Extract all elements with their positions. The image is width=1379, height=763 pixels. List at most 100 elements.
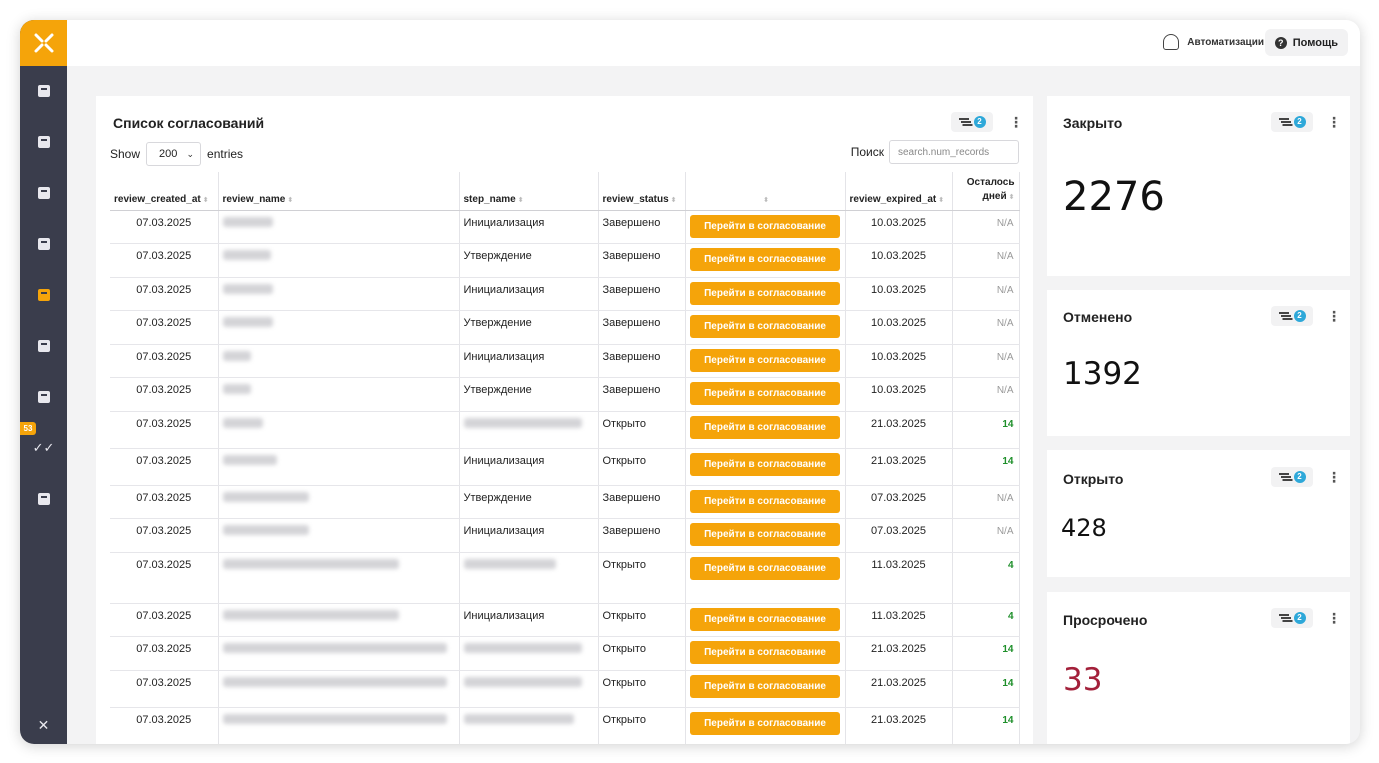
open-review-button[interactable]: Перейти в согласование <box>690 452 840 476</box>
stat-title: Отменено <box>1063 309 1133 325</box>
more-menu-icon[interactable]: ⋮ <box>1327 610 1341 626</box>
open-review-button[interactable]: Перейти в согласование <box>690 214 840 238</box>
sidebar-item-document[interactable] <box>20 178 67 208</box>
open-review-button[interactable]: Перейти в согласование <box>690 415 840 439</box>
cell-created: 07.03.2025 <box>110 210 219 244</box>
card-title: Список согласований <box>113 115 265 131</box>
open-review-button[interactable]: Перейти в согласование <box>690 711 840 735</box>
brand-logo[interactable] <box>20 20 67 66</box>
automations-label: Автоматизации <box>1187 36 1264 48</box>
cell-days-left: 14 <box>952 636 1020 671</box>
filter-button[interactable]: 2 <box>1271 467 1313 487</box>
column-header-expired[interactable]: review_expired_at ⬍ <box>845 172 953 211</box>
open-review-button[interactable]: Перейти в согласование <box>690 556 840 580</box>
days-left-value: 14 <box>1002 644 1014 655</box>
stat-value: 2276 <box>1063 174 1165 220</box>
open-review-button[interactable]: Перейти в согласование <box>690 489 840 513</box>
cell-name <box>218 603 460 637</box>
filter-button[interactable]: 2 <box>1271 112 1313 132</box>
open-review-button[interactable]: Перейти в согласование <box>690 281 840 305</box>
cell-days-left: N/A <box>952 243 1020 278</box>
cell-days-left: N/A <box>952 310 1020 345</box>
redacted-text <box>222 491 309 502</box>
cell-days-left: N/A <box>952 485 1020 519</box>
sidebar-item-report[interactable] <box>20 382 67 412</box>
cell-status: Открыто <box>598 707 686 744</box>
more-menu-icon[interactable]: ⋮ <box>1327 114 1341 130</box>
open-review-button[interactable]: Перейти в согласование <box>690 382 840 405</box>
open-review-button[interactable]: Перейти в согласование <box>690 607 840 631</box>
collapse-sidebar-icon[interactable]: ✕ <box>20 714 67 736</box>
table-row: 07.03.2025 Утверждение Завершено Перейти в … <box>110 243 1020 278</box>
stat-card-cancelled: Отменено 2 ⋮ 1392 <box>1047 290 1350 436</box>
stat-title: Закрыто <box>1063 115 1123 131</box>
entries-select[interactable]: 200 ⌄ <box>146 142 202 166</box>
sidebar-item-question[interactable] <box>20 331 67 361</box>
stat-card-open: Открыто 2 ⋮ 428 <box>1047 450 1350 577</box>
redacted-text <box>222 350 251 361</box>
cell-created: 07.03.2025 <box>110 243 219 278</box>
more-menu-icon[interactable]: ⋮ <box>1327 308 1341 324</box>
sort-icon: ⬍ <box>1008 193 1015 201</box>
more-menu-icon[interactable]: ⋮ <box>1327 469 1341 485</box>
sidebar-item-task[interactable] <box>20 229 67 259</box>
column-header-name[interactable]: review_name ⬍ <box>218 172 460 211</box>
sidebar-item-people[interactable] <box>20 76 67 106</box>
search-input[interactable]: search.num_records <box>889 140 1019 164</box>
filter-button[interactable]: 2 <box>1271 608 1313 628</box>
cell-step: Инициализация <box>459 448 599 486</box>
sidebar-item-expand[interactable] <box>20 484 67 514</box>
redacted-text <box>222 609 399 620</box>
cell-action: Перейти в согласование <box>685 485 846 519</box>
cell-created: 07.03.2025 <box>110 344 219 378</box>
redacted-text <box>222 454 277 465</box>
table-row: 07.03.2025 Инициализация Открыто Перейти в … <box>110 603 1020 637</box>
approvals-table: review_created_at ⬍ review_name ⬍ step_nam… <box>110 172 1020 744</box>
more-menu-icon[interactable]: ⋮ <box>1009 114 1023 130</box>
open-review-button[interactable]: Перейти в согласование <box>690 674 840 698</box>
entries-value: 200 <box>159 148 178 160</box>
column-header-created[interactable]: review_created_at ⬍ <box>110 172 219 211</box>
cell-name <box>218 636 460 671</box>
cell-days-left: N/A <box>952 277 1020 311</box>
table-row: 07.03.2025 Инициализация Завершено Перейти … <box>110 344 1020 378</box>
days-left-value: N/A <box>996 217 1014 229</box>
sidebar-item-chart[interactable] <box>20 280 67 310</box>
open-review-button[interactable]: Перейти в согласование <box>690 348 840 372</box>
cell-step <box>459 411 599 449</box>
cell-created: 07.03.2025 <box>110 636 219 671</box>
open-review-button[interactable]: Перейти в согласование <box>690 523 840 546</box>
sidebar-item-clipboard[interactable] <box>20 127 67 157</box>
automations-link[interactable]: Автоматизации <box>1163 34 1264 50</box>
days-left-value: N/A <box>996 351 1014 363</box>
help-button[interactable]: ? Помощь <box>1264 29 1348 56</box>
filter-button[interactable]: 2 <box>951 112 993 132</box>
column-header-action[interactable]: ⬍ <box>685 172 846 211</box>
days-left-value: 14 <box>1002 714 1014 726</box>
cell-days-left: 14 <box>952 707 1020 744</box>
open-review-button[interactable]: Перейти в согласование <box>690 248 840 271</box>
open-review-button[interactable]: Перейти в согласование <box>690 315 840 338</box>
open-review-button[interactable]: Перейти в согласование <box>690 641 840 664</box>
cell-status: Завершено <box>598 310 686 345</box>
cell-status: Завершено <box>598 485 686 519</box>
sidebar-item-approvals[interactable]: ✓✓ <box>20 433 67 463</box>
column-header-days-left[interactable]: Осталось дней ⬍ <box>952 172 1020 211</box>
cell-step: Утверждение <box>459 243 599 278</box>
cell-action: Перейти в согласование <box>685 636 846 671</box>
cell-days-left: 14 <box>952 411 1020 449</box>
cell-created: 07.03.2025 <box>110 485 219 519</box>
filter-button[interactable]: 2 <box>1271 306 1313 326</box>
cell-step: Утверждение <box>459 377 599 412</box>
cell-expired: 07.03.2025 <box>845 485 953 519</box>
column-header-step[interactable]: step_name ⬍ <box>459 172 599 211</box>
document-icon <box>37 187 50 199</box>
task-icon <box>37 238 50 250</box>
people-icon <box>37 85 50 97</box>
filter-icon <box>958 118 969 126</box>
table-row: 07.03.2025 Открыто Перейти в согласование 2… <box>110 670 1020 708</box>
redacted-text <box>222 417 263 428</box>
cell-created: 07.03.2025 <box>110 411 219 449</box>
column-header-status[interactable]: review_status ⬍ <box>598 172 686 211</box>
redacted-text <box>463 643 582 653</box>
